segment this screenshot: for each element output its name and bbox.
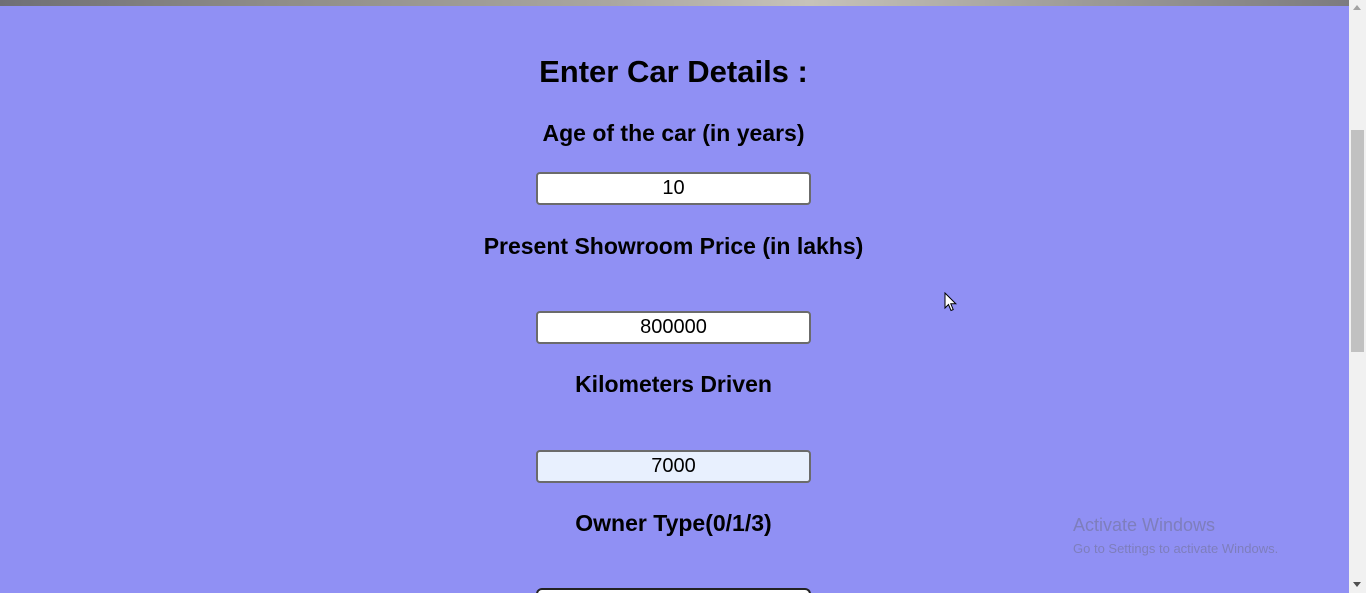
kilometers-label: Kilometers Driven (575, 371, 772, 397)
showroom-price-input[interactable] (536, 311, 811, 344)
owner-type-input[interactable] (536, 588, 811, 593)
age-input[interactable] (536, 172, 811, 205)
scroll-up-icon[interactable] (1353, 5, 1361, 10)
scrollbar-thumb[interactable] (1351, 130, 1364, 352)
kilometers-input[interactable] (536, 450, 811, 483)
activate-windows-title: Activate Windows (1073, 515, 1216, 535)
car-details-form: Enter Car Details : Age of the car (in y… (0, 0, 1349, 593)
form-heading: Enter Car Details : (539, 54, 808, 89)
showroom-price-label: Present Showroom Price (in lakhs) (483, 233, 864, 259)
vertical-scrollbar[interactable] (1349, 0, 1366, 593)
mouse-pointer-icon (944, 292, 958, 312)
age-label: Age of the car (in years) (542, 120, 805, 146)
scroll-down-icon[interactable] (1353, 582, 1361, 587)
activate-windows-subtitle: Go to Settings to activate Windows. (1073, 541, 1279, 556)
